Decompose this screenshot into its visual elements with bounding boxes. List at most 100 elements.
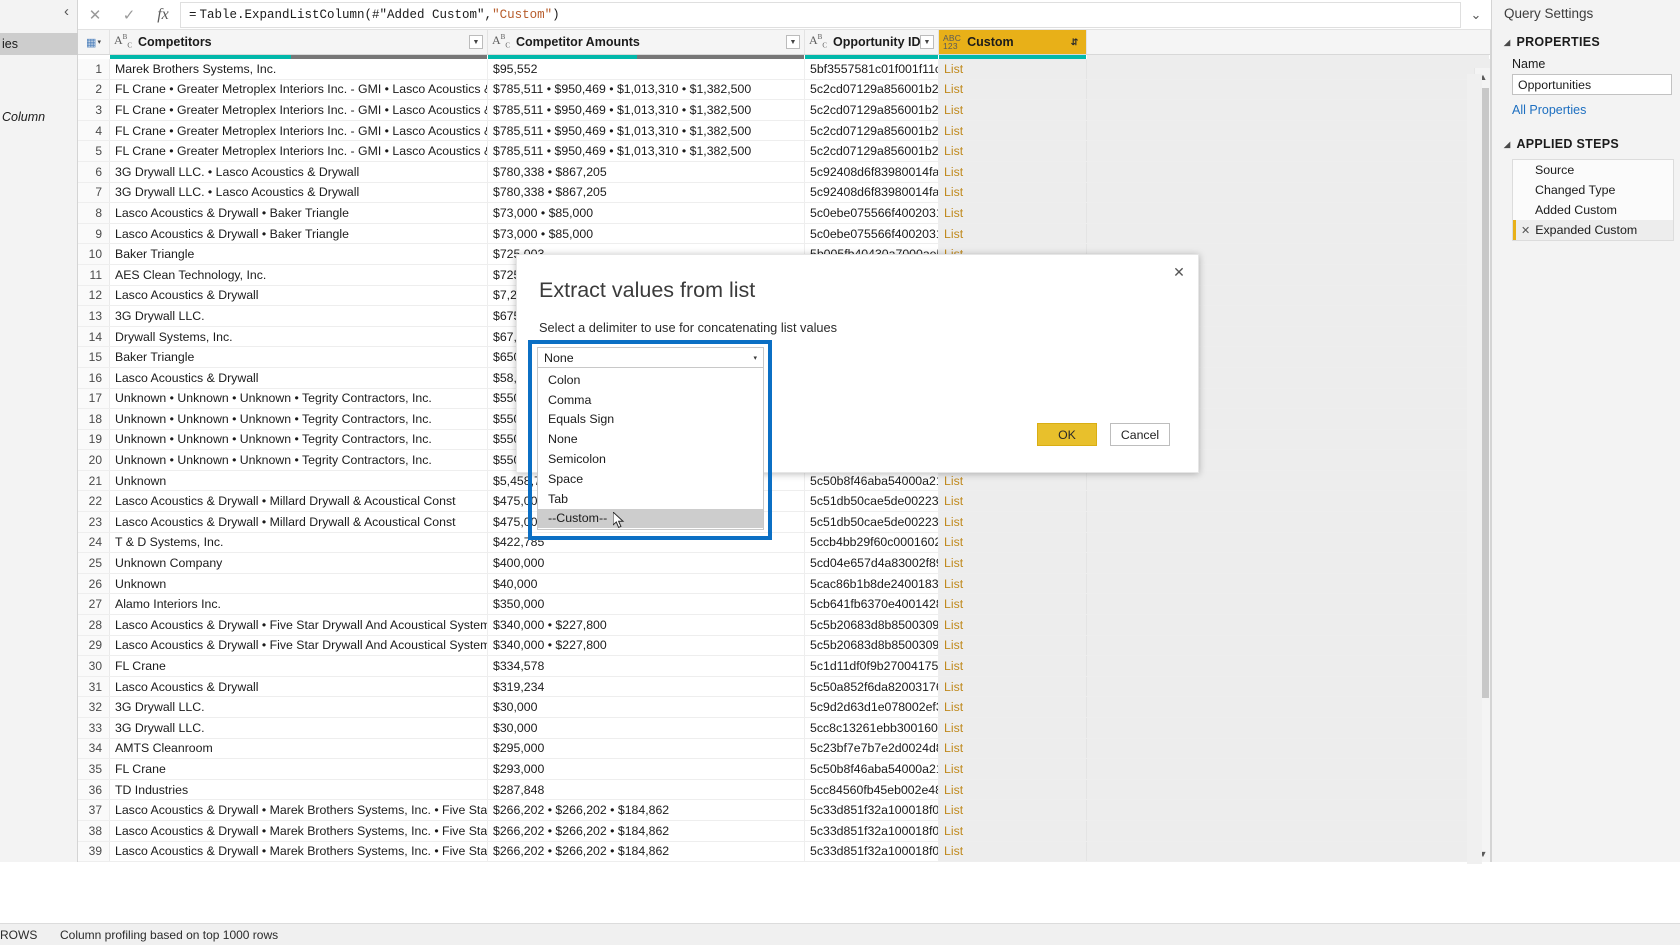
cell-custom[interactable]: List: [939, 697, 1087, 717]
cell-filler[interactable]: [1087, 656, 1490, 676]
cell-custom[interactable]: List: [939, 532, 1087, 553]
cell-opportunity-id[interactable]: 5cb641fb6370e4001428b8eb: [805, 594, 939, 615]
row-number[interactable]: 12: [78, 285, 110, 306]
cell-competitors[interactable]: Lasco Acoustics & Drywall • Marek Brothe…: [110, 820, 488, 841]
cell-competitors[interactable]: FL Crane • Greater Metroplex Interiors I…: [110, 141, 488, 161]
table-row[interactable]: 34 AMTS Cleanroom $295,000 5c23bf7e7b7e2d00…: [78, 738, 1490, 760]
cell-competitors[interactable]: 3G Drywall LLC.: [110, 718, 488, 738]
row-number[interactable]: 4: [78, 120, 110, 141]
table-row[interactable]: 23 Lasco Acoustics & Drywall • Millard Dr…: [78, 512, 1490, 533]
cell-filler[interactable]: [1087, 594, 1490, 615]
table-row[interactable]: 21Unknown$5,458,7355c50b8f46aba54000a21b…: [78, 470, 1490, 492]
delimiter-option[interactable]: Colon: [538, 370, 763, 390]
column-header-competitor-amounts[interactable]: ABC Competitor Amounts ▼: [488, 30, 805, 54]
table-row[interactable]: 31 Lasco Acoustics & Drywall $319,234 5c50a…: [78, 676, 1490, 698]
delimiter-option[interactable]: --Custom--: [538, 508, 763, 529]
table-row[interactable]: 26Unknown$40,0005cac86b1b8de24001835c3ba…: [78, 573, 1490, 595]
row-number[interactable]: 24: [78, 532, 110, 553]
cell-filler[interactable]: [1087, 141, 1490, 161]
cell-filler[interactable]: [1087, 779, 1490, 800]
cell-filler[interactable]: [1087, 79, 1490, 100]
row-number[interactable]: 8: [78, 203, 110, 223]
cell-custom[interactable]: List: [939, 491, 1087, 512]
cell-competitor-amounts[interactable]: $30,000: [488, 718, 805, 738]
cell-competitors[interactable]: Unknown • Unknown • Unknown • Tegrity Co…: [110, 429, 488, 450]
applied-step[interactable]: Changed Type: [1513, 180, 1673, 200]
row-number[interactable]: 29: [78, 635, 110, 656]
cell-competitors[interactable]: Marek Brothers Systems, Inc.: [110, 59, 488, 79]
row-number[interactable]: 15: [78, 347, 110, 367]
cell-competitor-amounts[interactable]: $780,338 • $867,205: [488, 182, 805, 203]
row-number[interactable]: 7: [78, 182, 110, 203]
column-header-competitors[interactable]: ABC Competitors ▼: [110, 30, 488, 54]
cell-custom[interactable]: List: [939, 120, 1087, 141]
row-number[interactable]: 31: [78, 676, 110, 697]
table-row[interactable]: 37 Lasco Acoustics & Drywall • Marek Brot…: [78, 800, 1490, 821]
cell-custom[interactable]: List: [939, 820, 1087, 841]
delimiter-option[interactable]: None: [538, 429, 763, 449]
cell-competitor-amounts[interactable]: $334,578: [488, 656, 805, 676]
applied-step[interactable]: ✕ Expanded Custom: [1513, 220, 1673, 240]
cell-competitors[interactable]: Baker Triangle: [110, 347, 488, 367]
cell-competitor-amounts[interactable]: $73,000 • $85,000: [488, 203, 805, 223]
cell-opportunity-id[interactable]: 5c50b8f46aba54000a21bdff: [805, 759, 939, 779]
cell-opportunity-id[interactable]: 5c50a852f6da820031766a18: [805, 676, 939, 697]
cell-filler[interactable]: [1087, 553, 1490, 573]
cell-custom[interactable]: List: [939, 553, 1087, 573]
cell-competitor-amounts[interactable]: $287,848: [488, 779, 805, 800]
query-list-subitem[interactable]: Column: [0, 108, 78, 126]
row-number[interactable]: 37: [78, 800, 110, 820]
table-row[interactable]: 32 3G Drywall LLC. $30,000 5c9d2d63d1e07800…: [78, 697, 1490, 718]
table-row[interactable]: 25 Unknown Company $400,000 5cd04e657d4a830…: [78, 553, 1490, 574]
row-number[interactable]: 27: [78, 594, 110, 615]
table-row[interactable]: 6 3G Drywall LLC. • Lasco Acoustics & Dry…: [78, 161, 1490, 183]
row-number[interactable]: 2: [78, 79, 110, 100]
cell-custom[interactable]: List: [939, 738, 1087, 759]
row-number[interactable]: 30: [78, 656, 110, 676]
cell-competitors[interactable]: Lasco Acoustics & Drywall: [110, 367, 488, 388]
cell-custom[interactable]: List: [939, 676, 1087, 697]
table-row[interactable]: 4 FL Crane • Greater Metroplex Interiors …: [78, 120, 1490, 142]
row-number[interactable]: 11: [78, 264, 110, 285]
row-number[interactable]: 28: [78, 615, 110, 635]
query-name-input[interactable]: Opportunities: [1512, 74, 1672, 95]
cell-filler[interactable]: [1087, 100, 1490, 120]
cell-competitor-amounts[interactable]: $295,000: [488, 738, 805, 759]
cell-custom[interactable]: List: [939, 635, 1087, 656]
cell-opportunity-id[interactable]: 5c5b20683d8b8500309c2a4e: [805, 615, 939, 635]
cell-custom[interactable]: List: [939, 161, 1087, 182]
row-number[interactable]: 26: [78, 573, 110, 594]
cell-competitors[interactable]: Lasco Acoustics & Drywall • Millard Dryw…: [110, 491, 488, 512]
cell-competitors[interactable]: 3G Drywall LLC.: [110, 306, 488, 326]
table-row[interactable]: 36 TD Industries $287,848 5cc84560fb45eb002…: [78, 779, 1490, 801]
cell-filler[interactable]: [1087, 470, 1490, 491]
cell-competitor-amounts[interactable]: $266,202 • $266,202 • $184,862: [488, 820, 805, 841]
delimiter-option[interactable]: Comma: [538, 390, 763, 410]
cell-competitor-amounts[interactable]: $785,511 • $950,469 • $1,013,310 • $1,38…: [488, 120, 805, 141]
column-header-custom[interactable]: ABC 123 Custom ⇵: [939, 30, 1087, 54]
table-row[interactable]: 3 FL Crane • Greater Metroplex Interiors …: [78, 100, 1490, 121]
column-header-opportunity-id[interactable]: ABC Opportunity ID ▼: [805, 30, 939, 54]
cell-filler[interactable]: [1087, 182, 1490, 203]
collapse-queries-pane-icon[interactable]: ‹: [64, 4, 69, 19]
cell-competitors[interactable]: 3G Drywall LLC. • Lasco Acoustics & Dryw…: [110, 182, 488, 203]
row-number[interactable]: 35: [78, 759, 110, 779]
cell-competitor-amounts[interactable]: $266,202 • $266,202 • $184,862: [488, 800, 805, 820]
cell-competitors[interactable]: 3G Drywall LLC.: [110, 697, 488, 717]
cell-opportunity-id[interactable]: 5c2cd07129a856001b25d449: [805, 100, 939, 120]
cell-custom[interactable]: List: [939, 223, 1087, 244]
cell-custom[interactable]: List: [939, 800, 1087, 820]
cell-competitors[interactable]: T & D Systems, Inc.: [110, 532, 488, 553]
grid-select-all-corner[interactable]: ▦ ▾: [78, 30, 110, 54]
cell-competitors[interactable]: FL Crane • Greater Metroplex Interiors I…: [110, 120, 488, 141]
cell-filler[interactable]: [1087, 800, 1490, 820]
cell-opportunity-id[interactable]: 5c1d11df0f9b2700417543a5: [805, 656, 939, 676]
cell-competitors[interactable]: Lasco Acoustics & Drywall • Baker Triang…: [110, 223, 488, 244]
cell-competitors[interactable]: Lasco Acoustics & Drywall • Millard Dryw…: [110, 512, 488, 532]
table-row[interactable]: 24 T & D Systems, Inc. $422,785 5ccb4bb29f6…: [78, 532, 1490, 554]
cell-competitors[interactable]: Lasco Acoustics & Drywall: [110, 285, 488, 306]
cell-competitor-amounts[interactable]: $30,000: [488, 697, 805, 717]
cell-filler[interactable]: [1087, 161, 1490, 182]
cell-competitors[interactable]: TD Industries: [110, 779, 488, 800]
table-row[interactable]: 9 Lasco Acoustics & Drywall • Baker Trian…: [78, 223, 1490, 245]
